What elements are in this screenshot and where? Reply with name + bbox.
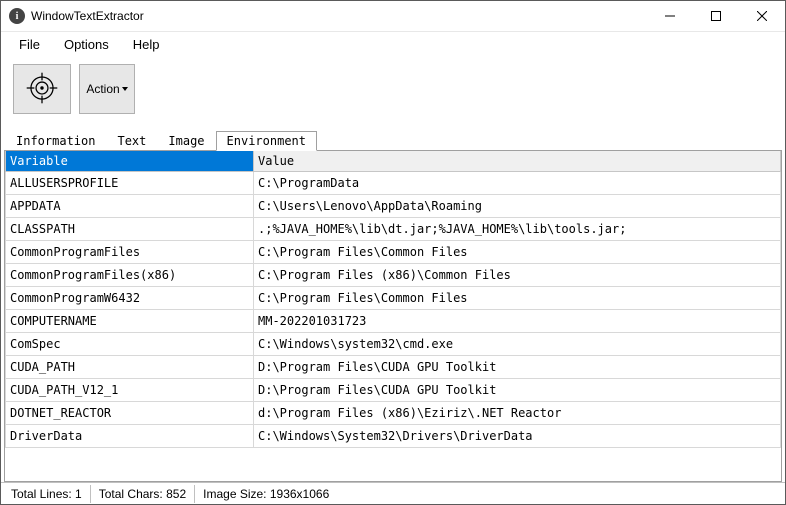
- table-row[interactable]: ALLUSERSPROFILEC:\ProgramData: [6, 172, 781, 195]
- cell-value: MM-202201031723: [254, 310, 781, 333]
- table-row[interactable]: CLASSPATH.;%JAVA_HOME%\lib\dt.jar;%JAVA_…: [6, 218, 781, 241]
- table-row[interactable]: COMPUTERNAMEMM-202201031723: [6, 310, 781, 333]
- table-row[interactable]: CUDA_PATHD:\Program Files\CUDA GPU Toolk…: [6, 356, 781, 379]
- window-title: WindowTextExtractor: [31, 9, 647, 23]
- cell-value: C:\Windows\system32\cmd.exe: [254, 333, 781, 356]
- environment-grid: Variable Value ALLUSERSPROFILEC:\Program…: [5, 151, 781, 448]
- menu-options[interactable]: Options: [54, 35, 119, 54]
- cell-value: .;%JAVA_HOME%\lib\dt.jar;%JAVA_HOME%\lib…: [254, 218, 781, 241]
- close-button[interactable]: [739, 1, 785, 31]
- cell-value: C:\Windows\System32\Drivers\DriverData: [254, 425, 781, 448]
- cell-variable: CUDA_PATH: [6, 356, 254, 379]
- tabstrip: Information Text Image Environment: [1, 130, 785, 150]
- crosshair-icon: [25, 71, 59, 108]
- tab-environment[interactable]: Environment: [216, 131, 317, 151]
- cell-value: C:\Users\Lenovo\AppData\Roaming: [254, 195, 781, 218]
- caret-down-icon: [122, 87, 128, 91]
- cell-variable: DriverData: [6, 425, 254, 448]
- table-row[interactable]: CommonProgramW6432C:\Program Files\Commo…: [6, 287, 781, 310]
- target-finder-button[interactable]: [13, 64, 71, 114]
- table-row[interactable]: CommonProgramFiles(x86)C:\Program Files …: [6, 264, 781, 287]
- toolbar: Action: [1, 56, 785, 130]
- tab-text[interactable]: Text: [106, 131, 157, 151]
- cell-value: C:\ProgramData: [254, 172, 781, 195]
- menubar: File Options Help: [1, 32, 785, 56]
- grid-scroll[interactable]: Variable Value ALLUSERSPROFILEC:\Program…: [5, 151, 781, 481]
- cell-value: C:\Program Files (x86)\Common Files: [254, 264, 781, 287]
- cell-variable: CUDA_PATH_V12_1: [6, 379, 254, 402]
- cell-variable: COMPUTERNAME: [6, 310, 254, 333]
- tab-image[interactable]: Image: [157, 131, 215, 151]
- table-row[interactable]: CommonProgramFilesC:\Program Files\Commo…: [6, 241, 781, 264]
- tab-information[interactable]: Information: [5, 131, 106, 151]
- cell-variable: ALLUSERSPROFILE: [6, 172, 254, 195]
- status-total-chars: Total Chars: 852: [91, 485, 195, 503]
- menu-file[interactable]: File: [9, 35, 50, 54]
- minimize-button[interactable]: [647, 1, 693, 31]
- content-panel: Variable Value ALLUSERSPROFILEC:\Program…: [4, 150, 782, 482]
- cell-variable: ComSpec: [6, 333, 254, 356]
- action-label: Action: [86, 82, 119, 96]
- cell-value: D:\Program Files\CUDA GPU Toolkit: [254, 356, 781, 379]
- window-controls: [647, 1, 785, 31]
- table-row[interactable]: CUDA_PATH_V12_1D:\Program Files\CUDA GPU…: [6, 379, 781, 402]
- table-row[interactable]: ComSpecC:\Windows\system32\cmd.exe: [6, 333, 781, 356]
- cell-value: d:\Program Files (x86)\Eziriz\.NET React…: [254, 402, 781, 425]
- cell-variable: DOTNET_REACTOR: [6, 402, 254, 425]
- cell-variable: APPDATA: [6, 195, 254, 218]
- cell-variable: CLASSPATH: [6, 218, 254, 241]
- action-dropdown-button[interactable]: Action: [79, 64, 135, 114]
- status-total-lines: Total Lines: 1: [3, 485, 91, 503]
- col-header-variable[interactable]: Variable: [6, 151, 254, 172]
- status-image-size: Image Size: 1936x1066: [195, 485, 337, 503]
- table-row[interactable]: DOTNET_REACTORd:\Program Files (x86)\Ezi…: [6, 402, 781, 425]
- cell-variable: CommonProgramW6432: [6, 287, 254, 310]
- maximize-button[interactable]: [693, 1, 739, 31]
- app-icon: [9, 8, 25, 24]
- table-row[interactable]: DriverDataC:\Windows\System32\Drivers\Dr…: [6, 425, 781, 448]
- table-row[interactable]: APPDATAC:\Users\Lenovo\AppData\Roaming: [6, 195, 781, 218]
- cell-variable: CommonProgramFiles(x86): [6, 264, 254, 287]
- statusbar: Total Lines: 1 Total Chars: 852 Image Si…: [1, 482, 785, 504]
- menu-help[interactable]: Help: [123, 35, 170, 54]
- cell-variable: CommonProgramFiles: [6, 241, 254, 264]
- cell-value: C:\Program Files\Common Files: [254, 287, 781, 310]
- col-header-value[interactable]: Value: [254, 151, 781, 172]
- cell-value: C:\Program Files\Common Files: [254, 241, 781, 264]
- cell-value: D:\Program Files\CUDA GPU Toolkit: [254, 379, 781, 402]
- titlebar: WindowTextExtractor: [1, 1, 785, 32]
